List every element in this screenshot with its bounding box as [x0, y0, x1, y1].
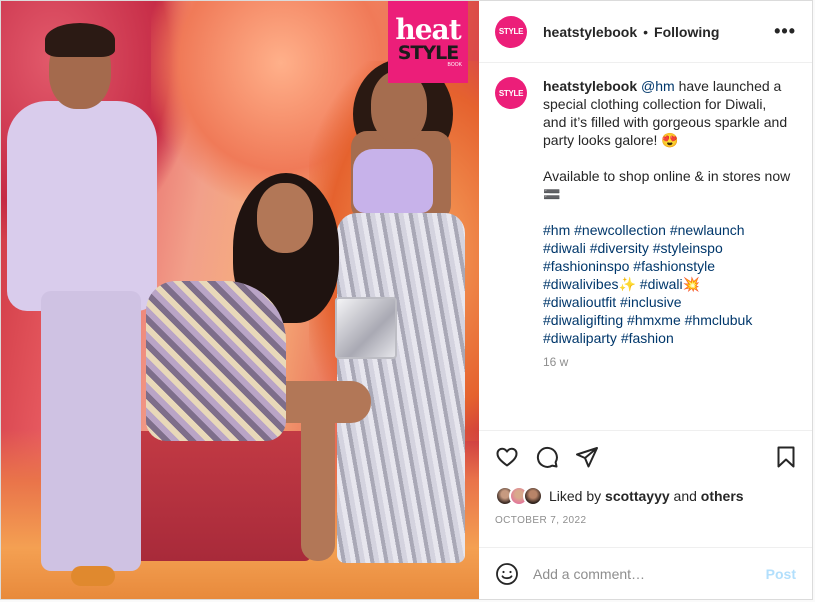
- header-username[interactable]: heatstylebook: [543, 24, 637, 40]
- avatar[interactable]: STYLE: [495, 15, 527, 48]
- bookmark-icon[interactable]: [774, 445, 798, 469]
- logo-book-text: BOOK: [447, 62, 462, 68]
- post-date[interactable]: OCTOBER 7, 2022: [479, 509, 812, 539]
- hashtag-line[interactable]: #diwaliparty #fashion: [543, 329, 793, 347]
- likes-others-link[interactable]: others: [701, 488, 744, 504]
- caption-text: heatstylebook @hm have launched a specia…: [543, 77, 793, 430]
- caption-area: STYLE heatstylebook @hm have launched a …: [479, 63, 812, 431]
- hashtag-line[interactable]: #diwalioutfit #inclusive: [543, 293, 793, 311]
- heatstyle-logo: heat STYLE BOOK: [388, 1, 468, 83]
- post-header: STYLE heatstylebook • Following •••: [479, 1, 812, 63]
- more-icon[interactable]: •••: [774, 21, 796, 42]
- liked-by-prefix: Liked by: [549, 488, 606, 504]
- seat-block: [121, 431, 311, 561]
- logo-heat-text: heat: [395, 13, 461, 46]
- hashtag-block: #hm #newcollection #newlaunch #diwali #d…: [543, 221, 793, 347]
- model-1-legs: [41, 291, 141, 571]
- hashtag-line[interactable]: #fashioninspo #fashionstyle: [543, 257, 793, 275]
- post-photo[interactable]: heat STYLE BOOK: [1, 1, 479, 599]
- avatar-text: STYLE: [498, 27, 524, 36]
- model-2-head: [257, 183, 313, 253]
- smiley-icon[interactable]: [495, 562, 519, 586]
- following-button[interactable]: Following: [654, 24, 719, 40]
- silver-handbag: [335, 297, 397, 359]
- liker-avatars[interactable]: [495, 486, 543, 506]
- liker-avatar: [523, 486, 543, 506]
- caption-avatar[interactable]: STYLE: [495, 77, 527, 109]
- mention-link[interactable]: @hm: [641, 78, 675, 94]
- comment-icon[interactable]: [535, 445, 559, 469]
- instagram-post: heat STYLE BOOK STYLE heatstylebook • Fo…: [0, 0, 813, 600]
- model-1-shoe: [71, 566, 115, 586]
- liked-by-text: Liked by scottayyy and others: [549, 488, 744, 504]
- caption-paragraph-2: Available to shop online & in stores now…: [543, 168, 791, 202]
- heart-icon[interactable]: [495, 445, 519, 469]
- liked-by-middle: and: [669, 488, 701, 504]
- caption-username[interactable]: heatstylebook: [543, 78, 637, 94]
- model-1-hair: [45, 23, 115, 57]
- action-bar: [479, 431, 812, 483]
- comment-bar: Post: [479, 547, 812, 599]
- logo-style-text: STYLE: [397, 42, 459, 64]
- caption-timestamp[interactable]: 16 w: [543, 353, 793, 371]
- avatar-text: STYLE: [498, 88, 524, 98]
- post-comment-button[interactable]: Post: [766, 566, 796, 582]
- model-2-sequin-dress: [146, 281, 286, 441]
- share-icon[interactable]: [575, 445, 599, 469]
- liker-username[interactable]: scottayyy: [605, 488, 670, 504]
- model-1-body: [7, 101, 157, 311]
- caption-paragraph-1: heatstylebook @hm have launched a specia…: [543, 77, 793, 149]
- hashtag-line[interactable]: #diwaligifting #hmxme #hmclubuk: [543, 311, 793, 329]
- hashtag-line[interactable]: #hm #newcollection #newlaunch: [543, 221, 793, 239]
- hashtag-line[interactable]: #diwalivibes✨ #diwali💥: [543, 275, 793, 293]
- model-3-crop-top: [353, 149, 433, 213]
- comment-input[interactable]: [533, 565, 766, 582]
- hashtag-line[interactable]: #diwali #diversity #styleinspo: [543, 239, 793, 257]
- likes-row: Liked by scottayyy and others: [479, 483, 812, 509]
- separator-dot: •: [643, 23, 649, 40]
- post-side-panel: STYLE heatstylebook • Following ••• STYL…: [479, 1, 812, 599]
